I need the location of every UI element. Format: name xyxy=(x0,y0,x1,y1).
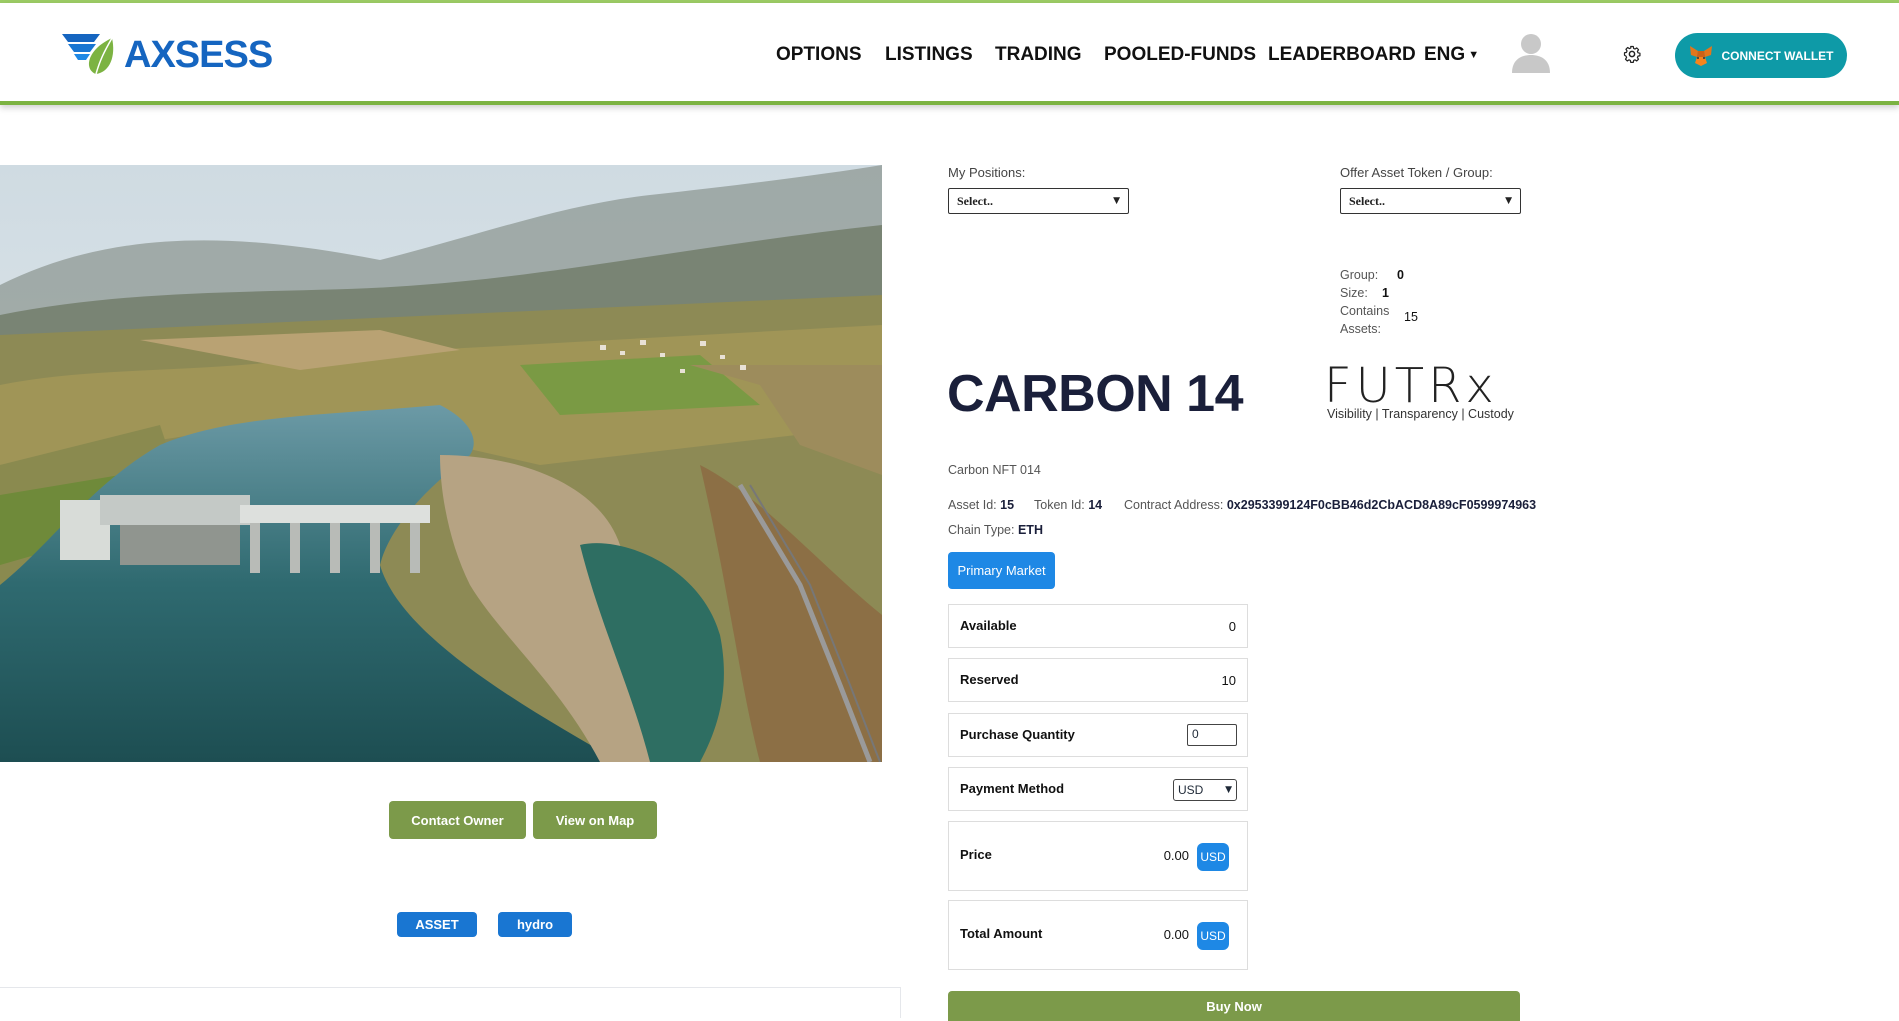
connect-wallet-button[interactable]: CONNECT WALLET xyxy=(1675,33,1847,78)
contains-value: 15 xyxy=(1404,310,1418,324)
user-avatar-icon[interactable] xyxy=(1510,29,1552,73)
my-positions-label: My Positions: xyxy=(948,165,1026,180)
size-value: 1 xyxy=(1382,286,1389,300)
asset-id-label: Asset Id: xyxy=(948,498,997,512)
asset-hero-image xyxy=(0,165,882,762)
offer-asset-value: Select.. xyxy=(1349,193,1385,208)
hydro-dam-photo xyxy=(0,165,882,762)
contact-owner-button[interactable]: Contact Owner xyxy=(389,801,526,839)
chevron-down-icon: ▼ xyxy=(1505,196,1512,206)
futrx-wordmark: FUTRx xyxy=(1324,360,1498,414)
connect-wallet-label: CONNECT WALLET xyxy=(1721,48,1834,63)
nav-trading[interactable]: TRADING xyxy=(995,44,1082,66)
size-label: Size: xyxy=(1340,286,1368,300)
asset-name: Carbon NFT 014 xyxy=(948,463,1041,477)
total-amount-row: Total Amount 0.00 USD xyxy=(948,900,1248,970)
contains-label-line2: Assets: xyxy=(1340,322,1381,336)
group-label: Group: xyxy=(1340,268,1379,282)
group-value: 0 xyxy=(1397,268,1404,282)
logo-text: AXSESS xyxy=(124,34,273,76)
reserved-value: 10 xyxy=(1221,673,1236,688)
purchase-quantity-label: Purchase Quantity xyxy=(960,727,1075,742)
reserved-row: Reserved 10 xyxy=(948,658,1248,702)
contract-address-field: Contract Address: 0x2953399124F0cBB46d2C… xyxy=(1124,498,1536,512)
token-id-field: Token Id: 14 xyxy=(1034,498,1102,512)
details-panel-edge xyxy=(0,987,901,1018)
asset-title: CARBON 14 xyxy=(947,365,1244,423)
chain-type-field: Chain Type: ETH xyxy=(948,523,1043,537)
buy-now-button[interactable]: Buy Now xyxy=(948,991,1520,1021)
my-positions-value: Select.. xyxy=(957,193,993,208)
token-id-value: 14 xyxy=(1088,498,1103,512)
payment-method-select[interactable]: USD ▼ xyxy=(1173,779,1237,801)
nav-pooled-funds[interactable]: POOLED-FUNDS xyxy=(1104,44,1256,66)
metamask-fox-icon xyxy=(1689,45,1712,66)
futrx-tagline: Visibility | Transparency | Custody xyxy=(1327,407,1514,421)
contract-address-label: Contract Address: xyxy=(1124,498,1224,512)
nav-options[interactable]: OPTIONS xyxy=(776,44,862,66)
asset-id-value: 15 xyxy=(1000,498,1015,512)
header: AXSESS OPTIONS LISTINGS TRADING POOLED-F… xyxy=(0,3,1899,105)
tag-hydro[interactable]: hydro xyxy=(498,912,572,937)
available-value: 0 xyxy=(1228,619,1236,634)
purchase-quantity-row: Purchase Quantity 0 xyxy=(948,713,1248,757)
price-label: Price xyxy=(960,847,992,862)
contract-address-value: 0x2953399124F0cBB46d2CbACD8A89cF05999749… xyxy=(1226,498,1537,512)
contains-label-line1: Contains xyxy=(1340,304,1390,318)
purchase-quantity-input[interactable]: 0 xyxy=(1187,724,1237,746)
tag-asset[interactable]: ASSET xyxy=(397,912,477,937)
total-currency-badge: USD xyxy=(1197,922,1229,950)
offer-asset-select[interactable]: Select.. ▼ xyxy=(1340,188,1521,214)
axsess-logo[interactable]: AXSESS xyxy=(60,30,273,80)
my-positions-select[interactable]: Select.. ▼ xyxy=(948,188,1129,214)
primary-market-button[interactable]: Primary Market xyxy=(948,552,1055,589)
language-selector[interactable]: ENG ▼ xyxy=(1424,44,1479,66)
available-label: Available xyxy=(960,618,1017,633)
settings-gear-icon[interactable] xyxy=(1623,45,1641,63)
price-row: Price 0.00 USD xyxy=(948,821,1248,891)
chevron-down-icon: ▼ xyxy=(1113,196,1120,206)
view-on-map-button[interactable]: View on Map xyxy=(533,801,657,839)
available-row: Available 0 xyxy=(948,604,1248,648)
caret-down-icon: ▼ xyxy=(1468,48,1480,61)
payment-method-label: Payment Method xyxy=(960,781,1065,796)
asset-id-field: Asset Id: 15 xyxy=(948,498,1014,512)
logo-mark-icon xyxy=(62,34,114,75)
payment-method-value: USD xyxy=(1178,783,1204,797)
price-currency-badge: USD xyxy=(1197,843,1229,871)
chain-type-value: ETH xyxy=(1017,523,1043,537)
total-amount-value: 0.00 xyxy=(1163,927,1189,942)
reserved-label: Reserved xyxy=(960,672,1019,687)
total-amount-label: Total Amount xyxy=(960,926,1043,941)
payment-method-row: Payment Method USD ▼ xyxy=(948,767,1248,811)
nav-listings[interactable]: LISTINGS xyxy=(885,44,973,66)
chain-type-label: Chain Type: xyxy=(948,523,1015,537)
token-id-label: Token Id: xyxy=(1034,498,1085,512)
offer-asset-label: Offer Asset Token / Group: xyxy=(1340,165,1493,180)
language-label: ENG xyxy=(1424,44,1466,65)
nav-leaderboard[interactable]: LEADERBOARD xyxy=(1268,44,1416,66)
chevron-down-icon: ▼ xyxy=(1225,785,1232,795)
price-value: 0.00 xyxy=(1163,848,1189,863)
